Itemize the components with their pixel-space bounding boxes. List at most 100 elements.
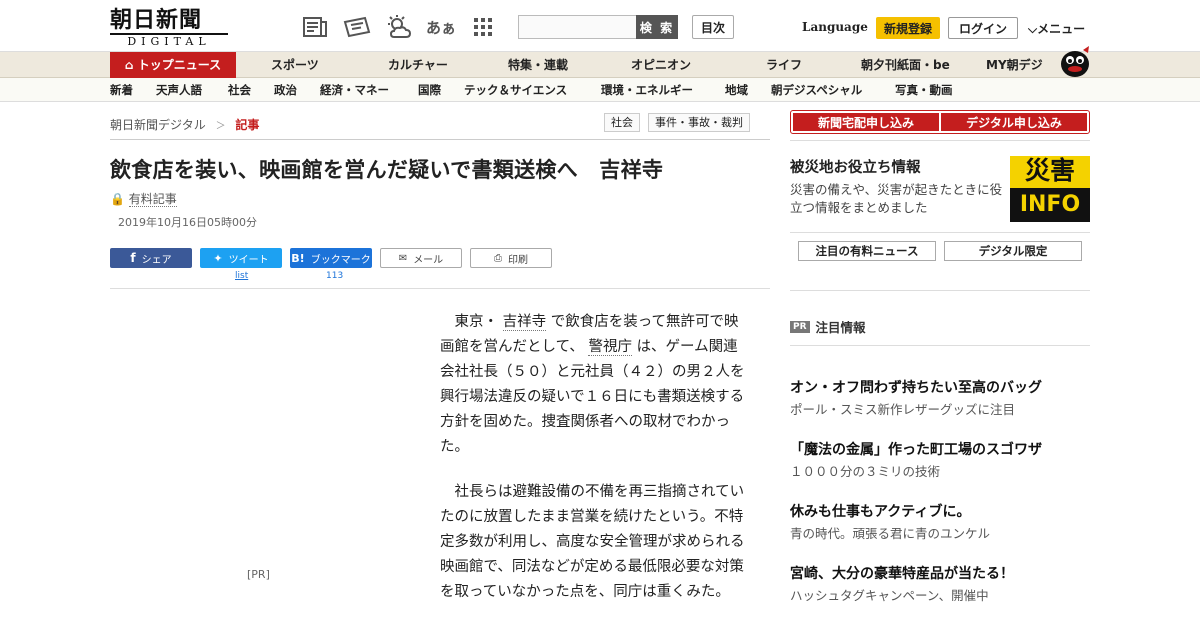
divider — [790, 290, 1090, 291]
nav-my-asahi[interactable]: MY朝デジ — [986, 52, 1043, 78]
secondary-nav: 新着 天声人語 社会 政治 経済・マネー 国際 テック＆サイエンス 環境・エネル… — [0, 78, 1200, 102]
contents-button[interactable]: 目次 — [692, 15, 734, 39]
menu-label: メニュー — [1037, 22, 1086, 36]
nav-top-news[interactable]: ⌂ トップニュース — [110, 52, 236, 78]
breadcrumb-current: 記事 — [235, 118, 260, 132]
nav2-special[interactable]: 朝デジスペシャル — [771, 78, 862, 102]
print-button[interactable]: ⎙ 印刷 — [470, 248, 552, 268]
hatena-count[interactable]: 113 — [326, 271, 343, 281]
nav2-society[interactable]: 社会 — [228, 78, 251, 102]
article-tags: 社会 事件・事故・裁判 — [604, 113, 750, 132]
divider — [110, 288, 770, 289]
article-date: 2019年10月16日05時00分 — [118, 216, 257, 229]
pr-badge: PR — [790, 320, 810, 333]
keyword-link[interactable]: 吉祥寺 — [502, 314, 547, 331]
menu-button[interactable]: ⌵メニュー — [1028, 20, 1085, 37]
login-button[interactable]: ログイン — [948, 17, 1018, 39]
hatena-bookmark-button[interactable]: B! ブックマーク — [290, 248, 372, 268]
keyword-link[interactable]: 警視庁 — [588, 339, 632, 356]
print-icon: ⎙ — [494, 252, 502, 264]
twitter-icon: ✦ — [213, 251, 223, 265]
search-button[interactable]: 検 索 — [636, 15, 678, 39]
paid-label[interactable]: 有料記事 — [128, 192, 177, 207]
divider — [790, 232, 1090, 233]
nav2-environment[interactable]: 環境・エネルギー — [601, 78, 693, 102]
ad-subtext: 青の時代。頑張る君に青のユンケル — [790, 526, 991, 541]
nav2-economy[interactable]: 経済・マネー — [320, 78, 389, 102]
pr-section-title: 注目情報 — [815, 320, 866, 335]
disaster-info-banner[interactable]: 災害 INFO — [1010, 156, 1090, 222]
weather-icon[interactable] — [384, 14, 414, 40]
nav-label: トップニュース — [137, 58, 222, 72]
logo-main-text: 朝日新聞 — [110, 7, 203, 33]
banner-top-text: 災害 — [1024, 156, 1075, 185]
breadcrumb-separator: ＞ — [215, 121, 226, 132]
twitter-share-button[interactable]: ✦ ツイート — [200, 248, 282, 268]
ad-item[interactable]: オン・オフ問わず持ちたい至高のバッグ ポール・スミス新作レザーグッズに注目 — [790, 378, 1090, 420]
tag-incident[interactable]: 事件・事故・裁判 — [648, 113, 750, 132]
mascot-icon[interactable] — [1058, 44, 1092, 78]
signup-button[interactable]: 新規登録 — [876, 17, 940, 39]
twitter-share-label: ツイート — [228, 254, 269, 266]
home-icon: ⌂ — [124, 58, 134, 72]
nav2-region[interactable]: 地域 — [725, 78, 748, 102]
ad-item[interactable]: 「魔法の金属」作った町工場のスゴワザ １０００分の３ミリの技術 — [790, 440, 1090, 482]
article-title: 飲食店を装い、映画館を営んだ疑いで書類送検へ 吉祥寺 — [110, 158, 664, 182]
divider — [110, 139, 770, 140]
breadcrumb-home[interactable]: 朝日新聞デジタル — [110, 118, 206, 132]
mail-share-button[interactable]: ✉ メール — [380, 248, 462, 268]
nav-sports[interactable]: スポーツ — [271, 52, 319, 78]
nav2-new[interactable]: 新着 — [110, 78, 133, 102]
facebook-share-label: シェア — [141, 254, 172, 266]
tab-paid-news[interactable]: 注目の有料ニュース — [798, 241, 936, 261]
divider — [790, 140, 1090, 141]
nav-features[interactable]: 特集・連載 — [508, 52, 568, 78]
nav2-tenseijingo[interactable]: 天声人語 — [156, 78, 202, 102]
nav2-photo[interactable]: 写真・動画 — [895, 78, 953, 102]
ticket-icon[interactable] — [342, 14, 372, 40]
nav-culture[interactable]: カルチャー — [388, 52, 448, 78]
ad-item[interactable]: 休みも仕事もアクティブに。 青の時代。頑張る君に青のユンケル — [790, 502, 1090, 544]
ad-subtext: １０００分の３ミリの技術 — [790, 464, 941, 479]
language-link[interactable]: Language — [802, 20, 868, 34]
mail-icon: ✉ — [398, 252, 408, 264]
text: 東京・ — [454, 314, 499, 330]
tab-digital-only[interactable]: デジタル限定 — [944, 241, 1082, 261]
chevron-down-icon: ⌵ — [1028, 22, 1038, 36]
digital-subscription-button[interactable]: デジタル申し込み — [941, 113, 1087, 131]
font-size-icon[interactable]: あぁ — [426, 14, 456, 40]
grid-icon[interactable] — [468, 14, 498, 40]
ad-subtext: ポール・スミス新作レザーグッズに注目 — [790, 402, 1016, 417]
article-paragraph: 東京・ 吉祥寺 で飲食店を装って無許可で映画館を営んだとして、 警視庁 は、ゲー… — [440, 310, 748, 460]
search-input[interactable] — [518, 15, 638, 39]
nav-opinion[interactable]: オピニオン — [631, 52, 691, 78]
hatena-icon: B! — [291, 251, 305, 265]
banner-bottom-text: INFO — [1010, 188, 1090, 222]
ad-subtext: ハッシュタグキャンペーン、開催中 — [790, 588, 989, 603]
nav-paper[interactable]: 朝夕刊紙面・be — [861, 52, 950, 78]
newspaper-icon[interactable] — [300, 14, 330, 40]
disaster-info-title[interactable]: 被災地お役立ち情報 — [790, 156, 921, 177]
pr-label: [PR] — [247, 568, 270, 581]
site-logo[interactable]: 朝日新聞 DIGITAL — [110, 7, 228, 48]
header-icon-bar: あぁ — [300, 14, 498, 40]
site-header: 朝日新聞 DIGITAL あぁ 検 索 目次 Language 新規登録 ログイ… — [0, 0, 1200, 52]
ad-item[interactable]: 宮崎、大分の豪華特産品が当たる！ ハッシュタグキャンペーン、開催中 — [790, 564, 1090, 606]
nav2-politics[interactable]: 政治 — [274, 78, 297, 102]
nav2-tech[interactable]: テック＆サイエンス — [464, 78, 567, 102]
logo-sub-text: DIGITAL — [110, 33, 228, 48]
tag-society[interactable]: 社会 — [604, 113, 640, 132]
ad-headline: 宮崎、大分の豪華特産品が当たる！ — [790, 566, 1014, 582]
nav2-international[interactable]: 国際 — [418, 78, 441, 102]
page: 朝日新聞 DIGITAL あぁ 検 索 目次 Language 新規登録 ログイ… — [0, 0, 1200, 630]
disaster-info-desc[interactable]: 災害の備えや、災害が起きたときに役立つ情報をまとめました — [790, 181, 1004, 217]
nav-life[interactable]: ライフ — [766, 52, 802, 78]
facebook-share-button[interactable]: f シェア — [110, 248, 192, 268]
twitter-count[interactable]: list — [235, 271, 248, 281]
hatena-label: ブックマーク — [310, 254, 371, 266]
newspaper-delivery-button[interactable]: 新聞宅配申し込み — [793, 113, 939, 131]
article-body: 東京・ 吉祥寺 で飲食店を装って無許可で映画館を営んだとして、 警視庁 は、ゲー… — [440, 310, 748, 625]
mail-label: メール — [413, 254, 444, 266]
ad-headline: 休みも仕事もアクティブに。 — [790, 504, 971, 520]
print-label: 印刷 — [508, 254, 528, 266]
